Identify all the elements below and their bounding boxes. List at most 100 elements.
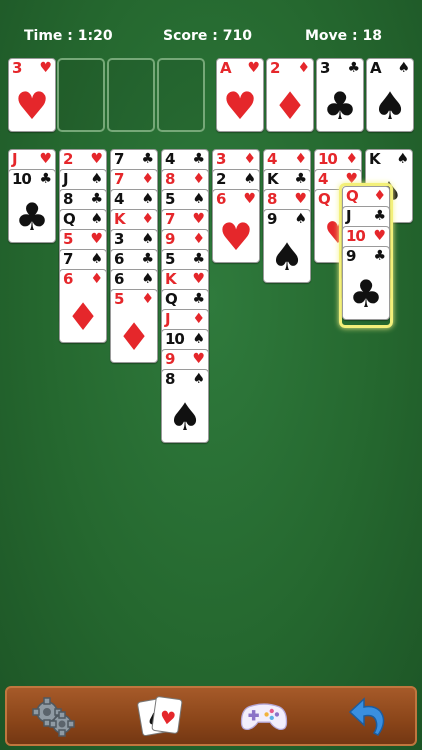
- card-rank: 5: [114, 290, 124, 308]
- new-game-button[interactable]: ♠ ♥: [135, 693, 185, 741]
- card-rank: 6: [216, 190, 226, 208]
- card-rank: 9: [267, 210, 277, 228]
- card-suit-icon: ♣: [141, 251, 154, 267]
- card-suit-icon: ♥: [39, 60, 52, 76]
- card-suit-icon: ♣: [373, 248, 386, 264]
- card-suit-icon: ♥: [243, 191, 256, 207]
- card-rank: 2: [63, 150, 73, 168]
- playing-card[interactable]: 6 ♥ ♥: [212, 189, 260, 263]
- card-suit-icon: ♠: [192, 371, 205, 387]
- cards-icon: ♠ ♥: [137, 696, 183, 737]
- card-pip-icon: ♣: [348, 272, 384, 316]
- timer: Time : 1:20: [24, 28, 113, 44]
- card-suit-icon: ♦: [345, 151, 358, 167]
- svg-text:♥: ♥: [158, 707, 177, 730]
- card-rank: 2: [270, 59, 280, 77]
- card-suit-icon: ♠: [396, 151, 409, 167]
- card-rank: 8: [165, 170, 175, 188]
- card-suit-icon: ♣: [141, 151, 154, 167]
- card-suit-icon: ♥: [90, 151, 103, 167]
- card-suit-icon: ♣: [294, 171, 307, 187]
- card-suit-icon: ♠: [90, 251, 103, 267]
- playing-card[interactable]: 8 ♠ ♠: [161, 369, 209, 443]
- card-suit-icon: ♣: [90, 191, 103, 207]
- card-rank: 2: [216, 170, 226, 188]
- card-rank: 6: [63, 270, 73, 288]
- card-suit-icon: ♠: [243, 171, 256, 187]
- card-suit-icon: ♣: [192, 251, 205, 267]
- playing-card[interactable]: 3 ♣ ♣: [316, 58, 364, 132]
- card-suit-icon: ♦: [297, 60, 310, 76]
- card-pip-icon: ♦: [116, 315, 152, 359]
- playing-card[interactable]: 9 ♠ ♠: [263, 209, 311, 283]
- card-rank: 6: [114, 270, 124, 288]
- card-pip-icon: ♦: [272, 84, 308, 128]
- card-pip-icon: ♥: [218, 215, 254, 259]
- undo-button[interactable]: [345, 693, 395, 741]
- card-rank: 7: [114, 150, 124, 168]
- card-rank: 9: [346, 247, 356, 265]
- card-suit-icon: ♣: [192, 291, 205, 307]
- card-suit-icon: ♦: [141, 291, 154, 307]
- card-rank: Q: [165, 290, 178, 308]
- card-pip-icon: ♣: [322, 84, 358, 128]
- card-suit-icon: ♠: [90, 171, 103, 187]
- free-cell[interactable]: [57, 58, 105, 132]
- card-pip-icon: ♦: [65, 295, 101, 339]
- card-rank: 7: [165, 210, 175, 228]
- card-rank: 3: [114, 230, 124, 248]
- card-rank: 10: [346, 227, 366, 245]
- card-rank: A: [220, 59, 232, 77]
- card-suit-icon: ♥: [192, 351, 205, 367]
- playing-card[interactable]: A ♠ ♠: [366, 58, 414, 132]
- playing-card[interactable]: 6 ♦ ♦: [59, 269, 107, 343]
- card-suit-icon: ♦: [141, 211, 154, 227]
- settings-button[interactable]: [29, 693, 79, 741]
- card-suit-icon: ♥: [192, 211, 205, 227]
- card-rank: Q: [63, 210, 76, 228]
- card-rank: 9: [165, 230, 175, 248]
- card-rank: J: [12, 150, 18, 168]
- card-rank: 4: [318, 170, 328, 188]
- card-pip-icon: ♠: [372, 84, 408, 128]
- card-suit-icon: ♠: [141, 271, 154, 287]
- card-suit-icon: ♥: [90, 231, 103, 247]
- card-rank: 4: [165, 150, 175, 168]
- card-rank: A: [370, 59, 382, 77]
- card-rank: 3: [12, 59, 22, 77]
- playing-card[interactable]: A ♥ ♥: [216, 58, 264, 132]
- undo-arrow-icon: [348, 697, 385, 736]
- more-games-button[interactable]: [239, 693, 289, 741]
- playing-card[interactable]: 10 ♣ ♣: [8, 169, 56, 243]
- card-rank: 5: [165, 190, 175, 208]
- card-suit-icon: ♥: [373, 228, 386, 244]
- card-rank: Q: [346, 187, 359, 205]
- playing-card[interactable]: 2 ♦ ♦: [266, 58, 314, 132]
- card-rank: 10: [12, 170, 32, 188]
- card-rank: 4: [267, 150, 277, 168]
- playing-card[interactable]: 5 ♦ ♦: [110, 289, 158, 363]
- card-rank: K: [267, 170, 279, 188]
- gears-icon: [32, 697, 75, 737]
- toolbar: ♠ ♥: [5, 686, 417, 746]
- card-suit-icon: ♥: [294, 191, 307, 207]
- card-rank: 5: [165, 250, 175, 268]
- card-pip-icon: ♣: [14, 195, 50, 239]
- card-pip-icon: ♥: [222, 84, 258, 128]
- playing-card[interactable]: 3 ♥ ♥: [8, 58, 56, 132]
- card-suit-icon: ♣: [192, 151, 205, 167]
- card-suit-icon: ♦: [192, 171, 205, 187]
- card-rank: 8: [63, 190, 73, 208]
- playing-card[interactable]: 9 ♣ ♣: [342, 246, 390, 320]
- status-bar: Time : 1:20 Score : 710 Move : 18: [0, 28, 422, 50]
- free-cell[interactable]: [107, 58, 155, 132]
- card-suit-icon: ♦: [294, 151, 307, 167]
- card-rank: K: [165, 270, 177, 288]
- card-pip-icon: ♥: [14, 84, 50, 128]
- card-rank: 6: [114, 250, 124, 268]
- card-suit-icon: ♦: [243, 151, 256, 167]
- free-cell[interactable]: [157, 58, 205, 132]
- card-rank: 3: [320, 59, 330, 77]
- card-rank: 9: [165, 350, 175, 368]
- card-rank: 3: [216, 150, 226, 168]
